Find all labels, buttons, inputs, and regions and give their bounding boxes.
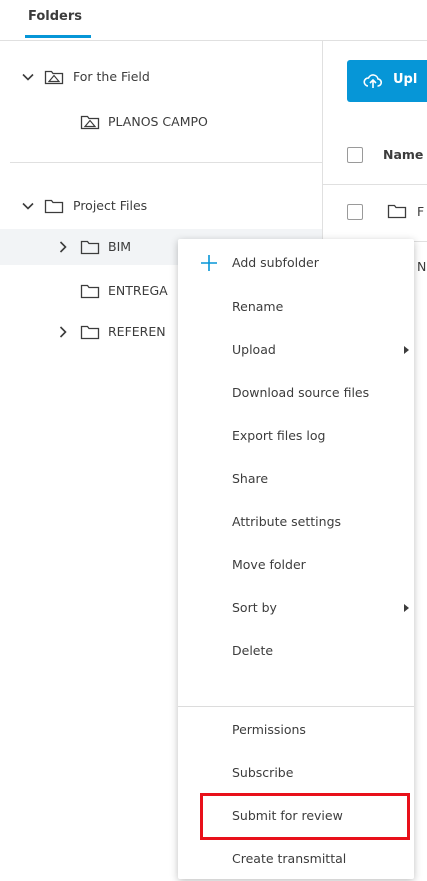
select-all-checkbox[interactable] (347, 147, 363, 163)
section-divider (10, 162, 322, 163)
row-divider (323, 184, 427, 185)
menu-divider (178, 706, 414, 707)
menu-item-label: Delete (232, 643, 274, 658)
menu-item-subscribe[interactable]: Subscribe (178, 751, 414, 795)
menu-item-label: Export files log (232, 428, 326, 443)
menu-item-label: Add subfolder (232, 255, 319, 270)
folder-context-menu: Add subfolder Rename Upload Download sou… (178, 239, 414, 879)
menu-item-create-transmittal[interactable]: Create transmittal (178, 837, 414, 881)
submenu-arrow-icon (404, 604, 409, 612)
chevron-right-icon[interactable] (56, 325, 70, 339)
folder-icon (80, 325, 100, 340)
menu-item-label: Move folder (232, 557, 306, 572)
tree-item-label: Project Files (73, 198, 148, 213)
field-folder-icon (44, 70, 64, 85)
menu-item-move-folder[interactable]: Move folder (178, 543, 414, 587)
menu-item-label: Attribute settings (232, 514, 342, 529)
menu-item-download-source-files[interactable]: Download source files (178, 371, 414, 415)
chevron-right-icon[interactable] (56, 240, 70, 254)
menu-item-label: Subscribe (232, 765, 294, 780)
chevron-down-icon[interactable] (21, 199, 35, 213)
tree-item-label: PLANOS CAMPO (108, 114, 208, 129)
menu-item-label: Upload (232, 342, 276, 357)
menu-item-share[interactable]: Share (178, 457, 414, 501)
upload-button[interactable]: Upl (347, 60, 427, 102)
tree-item-planos-campo[interactable]: PLANOS CAMPO (0, 104, 322, 140)
tree-item-label: For the Field (73, 69, 150, 84)
menu-item-label: Rename (232, 299, 284, 314)
tree-item-project-files[interactable]: Project Files (0, 188, 322, 224)
menu-item-attribute-settings[interactable]: Attribute settings (178, 500, 414, 544)
menu-item-label: Share (232, 471, 269, 486)
upload-button-label: Upl (393, 72, 418, 87)
tree-item-label: ENTREGA (108, 283, 168, 298)
tab-folders[interactable]: Folders (28, 9, 82, 24)
menu-item-sort-by[interactable]: Sort by (178, 586, 414, 630)
cloud-upload-icon (363, 74, 383, 88)
chevron-down-icon[interactable] (21, 70, 35, 84)
tree-item-label: BIM (108, 239, 132, 254)
menu-item-label: Download source files (232, 385, 370, 400)
tab-bar: Folders (0, 0, 427, 41)
tree-item-for-the-field[interactable]: For the Field (0, 59, 322, 95)
table-row-name[interactable]: N (417, 259, 426, 274)
menu-item-upload[interactable]: Upload (178, 328, 414, 372)
menu-item-label: Create transmittal (232, 851, 347, 866)
menu-item-label: Sort by (232, 600, 277, 615)
name-column-header[interactable]: Name (383, 147, 423, 162)
row-checkbox[interactable] (347, 204, 363, 220)
menu-item-permissions[interactable]: Permissions (178, 708, 414, 752)
plus-icon (201, 255, 217, 271)
menu-item-rename[interactable]: Rename (178, 285, 414, 329)
menu-item-add-subfolder[interactable]: Add subfolder (178, 241, 414, 285)
tree-item-label: REFEREN (108, 324, 166, 339)
folder-icon (387, 204, 407, 219)
active-tab-indicator (25, 35, 91, 38)
table-row-name[interactable]: F (417, 204, 424, 219)
menu-item-delete[interactable]: Delete (178, 629, 414, 673)
menu-item-label: Permissions (232, 722, 306, 737)
folder-icon (80, 284, 100, 299)
field-folder-icon (80, 115, 100, 130)
menu-item-export-files-log[interactable]: Export files log (178, 414, 414, 458)
highlight-box (200, 793, 410, 840)
folder-icon (44, 199, 64, 214)
submenu-arrow-icon (404, 346, 409, 354)
folder-icon (80, 240, 100, 255)
